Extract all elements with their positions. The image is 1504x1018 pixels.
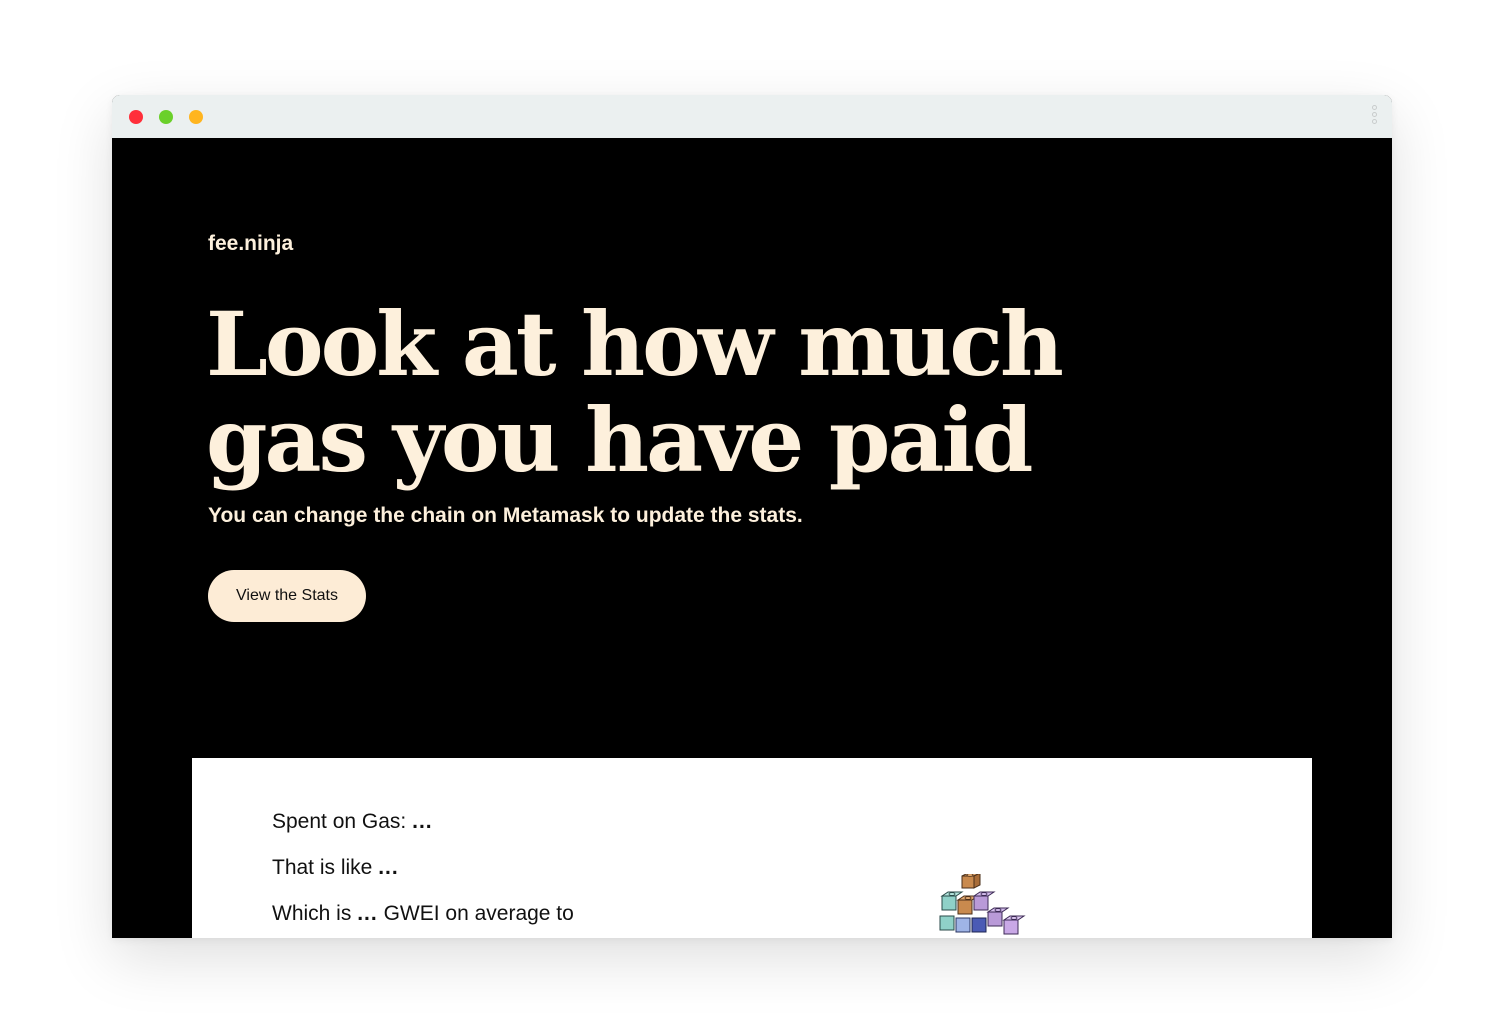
stacked-blocks-icon [939,874,1026,935]
window-titlebar [112,95,1392,138]
stat-which-value: ... [357,902,378,925]
view-stats-button[interactable]: View the Stats [208,570,366,622]
stats-card: Spent on Gas: ... That is like ... Which… [192,758,1312,938]
stat-which-is: Which is ... GWEI on average to [272,902,574,926]
close-window-button[interactable] [129,110,143,124]
brand-logo[interactable]: fee.ninja [208,232,293,256]
stat-which-suffix: GWEI on average to [383,902,574,925]
stat-like-label: That is like [272,856,373,879]
zoom-window-button[interactable] [189,110,203,124]
page-viewport: fee.ninja Look at how much gas you have … [112,138,1392,938]
stat-which-label: Which is [272,902,352,925]
stat-spent-label: Spent on Gas: [272,810,407,833]
stat-spent-value: ... [412,810,433,833]
hero-subheading: You can change the chain on Metamask to … [208,504,803,527]
kebab-vertical-icon[interactable] [1368,105,1380,129]
minimize-window-button[interactable] [159,110,173,124]
browser-window: fee.ninja Look at how much gas you have … [112,95,1392,938]
stat-like-value: ... [378,856,399,879]
stat-spent-on-gas: Spent on Gas: ... [272,810,433,834]
stat-that-is-like: That is like ... [272,856,399,880]
hero-headline: Look at how much gas you have paid [206,292,1064,492]
